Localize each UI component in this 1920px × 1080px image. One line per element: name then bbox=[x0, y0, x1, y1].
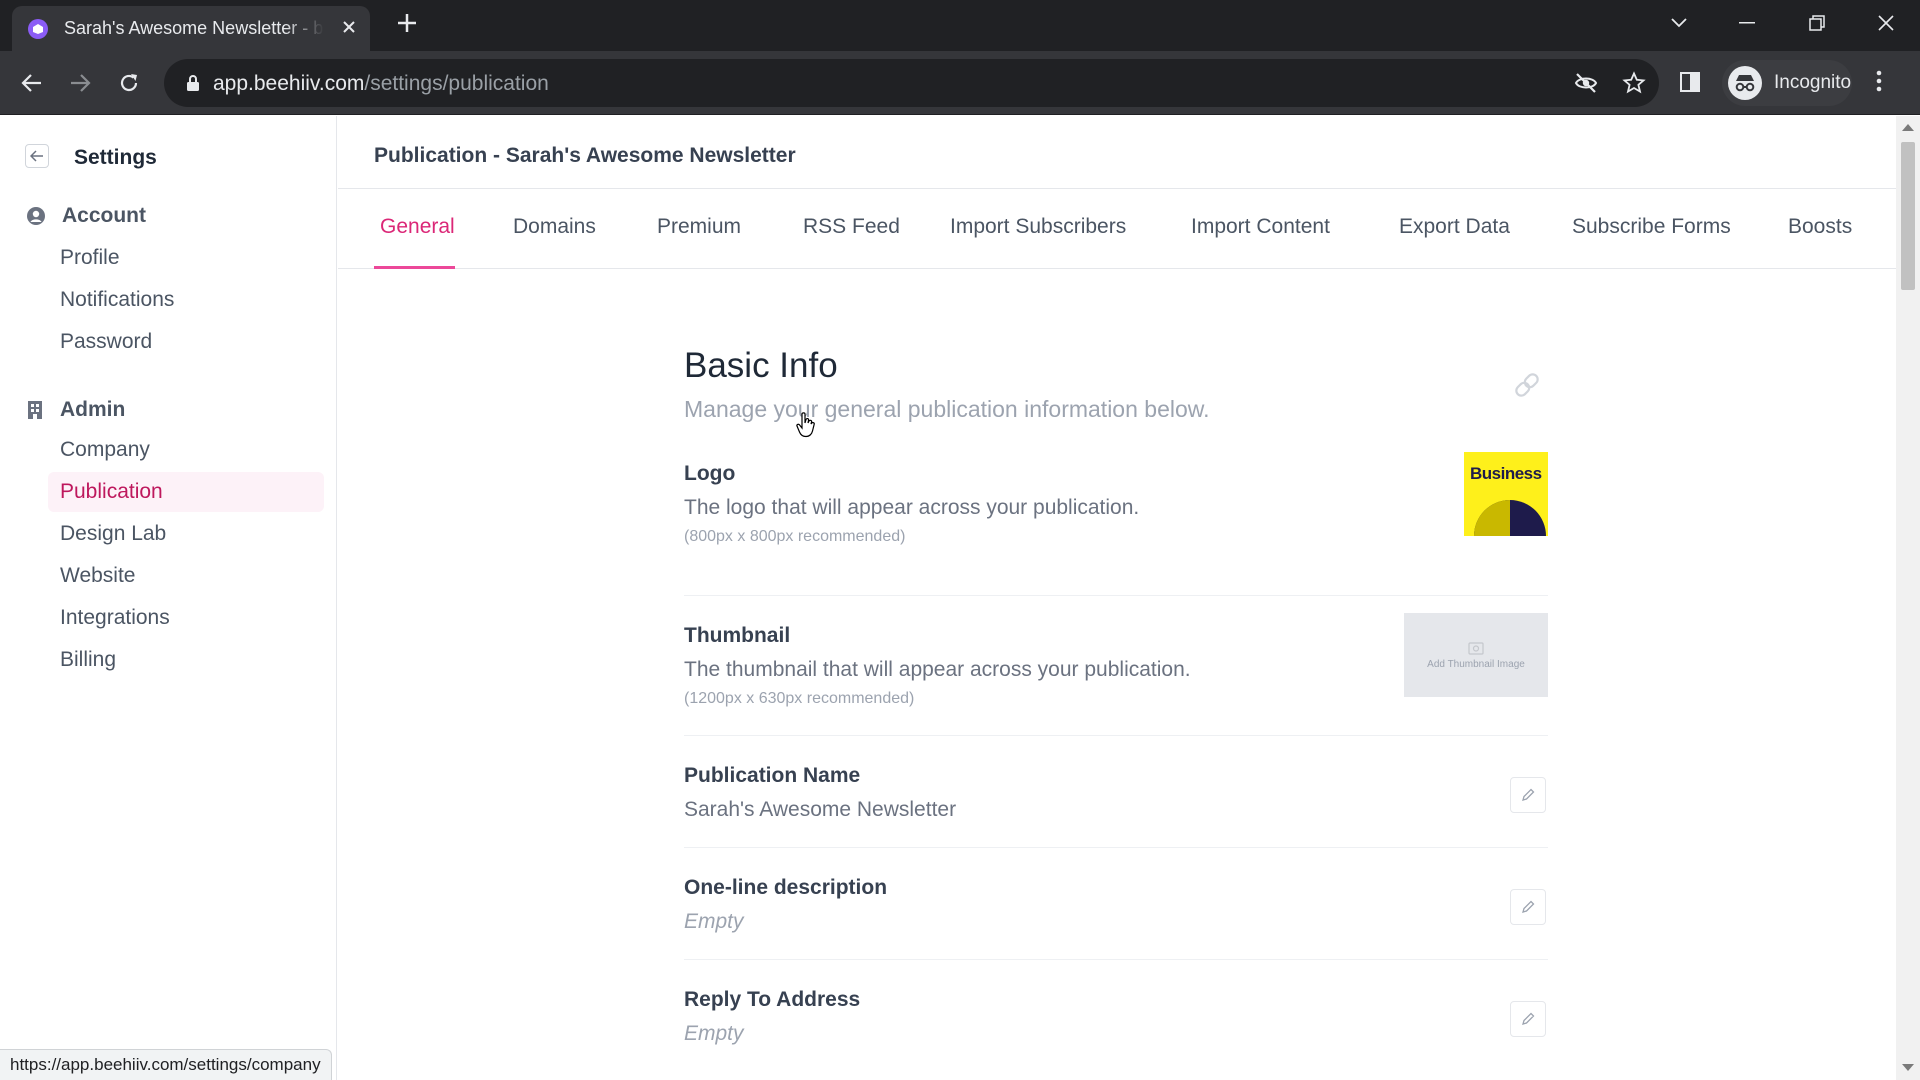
tab-import-content[interactable]: Import Content bbox=[1191, 215, 1330, 239]
publication-name-row: Publication Name Sarah's Awesome Newslet… bbox=[684, 737, 1548, 848]
tab-search-icon[interactable] bbox=[1659, 6, 1699, 40]
back-arrow-button[interactable] bbox=[25, 144, 49, 168]
new-tab-button[interactable] bbox=[392, 10, 422, 40]
tab-rss-feed[interactable]: RSS Feed bbox=[803, 215, 900, 239]
scroll-up-arrow-icon[interactable] bbox=[1902, 124, 1914, 131]
sidebar-item-publication[interactable]: Publication bbox=[48, 472, 324, 512]
incognito-profile-button[interactable]: Incognito bbox=[1722, 60, 1852, 106]
scrollbar-thumb[interactable] bbox=[1901, 142, 1915, 290]
eye-off-icon[interactable] bbox=[1574, 71, 1598, 95]
tab-import-subscribers[interactable]: Import Subscribers bbox=[950, 215, 1126, 239]
sidebar-item-password[interactable]: Password bbox=[48, 322, 324, 362]
settings-tabs: General Domains Premium RSS Feed Import … bbox=[338, 188, 1896, 269]
hand-cursor-icon bbox=[796, 412, 815, 438]
side-panel-icon[interactable] bbox=[1679, 71, 1703, 95]
tab-general[interactable]: General bbox=[380, 215, 455, 239]
add-thumbnail-button[interactable]: Add Thumbnail Image bbox=[1404, 613, 1548, 697]
tab-premium[interactable]: Premium bbox=[657, 215, 741, 239]
logo-row: Logo The logo that will appear across yo… bbox=[684, 452, 1548, 596]
tab-subscribe-forms[interactable]: Subscribe Forms bbox=[1572, 215, 1731, 239]
section-subtitle: Manage your general publication informat… bbox=[684, 396, 1210, 422]
reload-icon[interactable] bbox=[111, 65, 147, 101]
sidebar-item-design-lab[interactable]: Design Lab bbox=[48, 514, 324, 554]
sidebar-title: Settings bbox=[74, 146, 157, 169]
main-content: Publication - Sarah's Awesome Newsletter… bbox=[338, 116, 1896, 1080]
thumbnail-description: The thumbnail that will appear across yo… bbox=[684, 658, 1191, 681]
admin-section-label: Admin bbox=[60, 398, 126, 421]
sidebar-item-billing[interactable]: Billing bbox=[48, 640, 324, 680]
sidebar-item-website[interactable]: Website bbox=[48, 556, 324, 596]
page: Settings Account Profile Notifications P… bbox=[0, 116, 1920, 1080]
browser-toolbar: app.beehiiv.com/settings/publication Inc… bbox=[0, 51, 1920, 115]
browser-tab-title: Sarah's Awesome Newsletter - beehiiv bbox=[64, 18, 324, 38]
tab-close-icon[interactable] bbox=[342, 17, 356, 40]
sidebar-item-company[interactable]: Company bbox=[48, 430, 324, 470]
one-line-description-label: One-line description bbox=[684, 876, 888, 899]
publication-name-value: Sarah's Awesome Newsletter bbox=[684, 798, 957, 821]
add-thumbnail-label: Add Thumbnail Image bbox=[1427, 658, 1525, 670]
lock-icon bbox=[186, 74, 200, 97]
incognito-label: Incognito bbox=[1774, 72, 1852, 93]
forward-icon[interactable] bbox=[62, 65, 98, 101]
tab-boosts[interactable]: Boosts bbox=[1788, 215, 1852, 239]
browser-tab[interactable]: Sarah's Awesome Newsletter - beehiiv bbox=[12, 6, 370, 51]
beehiiv-favicon-icon bbox=[28, 18, 48, 39]
active-tab-indicator bbox=[374, 266, 455, 269]
thumbnail-label: Thumbnail bbox=[684, 624, 791, 647]
reply-to-address-row: Reply To Address Empty bbox=[684, 961, 1548, 1072]
browser-tabbar: Sarah's Awesome Newsletter - beehiiv bbox=[0, 0, 1920, 51]
tab-domains[interactable]: Domains bbox=[513, 215, 596, 239]
one-line-description-value: Empty bbox=[684, 910, 744, 933]
user-circle-icon bbox=[27, 207, 45, 225]
sidebar-item-notifications[interactable]: Notifications bbox=[48, 280, 324, 320]
sidebar-item-integrations[interactable]: Integrations bbox=[48, 598, 324, 638]
reply-to-address-value: Empty bbox=[684, 1022, 744, 1045]
scroll-down-arrow-icon[interactable] bbox=[1902, 1064, 1914, 1071]
logo-image[interactable]: Business bbox=[1464, 452, 1548, 536]
minimize-icon[interactable] bbox=[1727, 6, 1767, 40]
page-scrollbar[interactable] bbox=[1896, 116, 1920, 1080]
edit-reply-to-address-button[interactable] bbox=[1510, 1001, 1546, 1037]
thumbnail-row: Thumbnail The thumbnail that will appear… bbox=[684, 597, 1548, 736]
section-title: Basic Info bbox=[684, 346, 838, 385]
thumbnail-hint: (1200px x 630px recommended) bbox=[684, 690, 915, 707]
status-bar-url: https://app.beehiiv.com/settings/company bbox=[0, 1049, 332, 1080]
logo-graphic bbox=[1464, 487, 1548, 536]
url-text: app.beehiiv.com/settings/publication bbox=[213, 72, 549, 95]
tab-export-data[interactable]: Export Data bbox=[1399, 215, 1510, 239]
pencil-icon bbox=[1522, 1012, 1535, 1025]
sidebar-item-profile[interactable]: Profile bbox=[48, 238, 324, 278]
restore-icon[interactable] bbox=[1797, 6, 1837, 40]
page-title: Publication - Sarah's Awesome Newsletter bbox=[374, 144, 796, 167]
incognito-icon bbox=[1728, 66, 1762, 100]
browser-menu-icon[interactable] bbox=[1876, 69, 1882, 98]
pencil-icon bbox=[1522, 900, 1535, 913]
star-icon[interactable] bbox=[1622, 71, 1646, 95]
logo-label: Logo bbox=[684, 462, 736, 485]
link-icon[interactable] bbox=[1510, 368, 1544, 407]
logo-hint: (800px x 800px recommended) bbox=[684, 528, 906, 545]
building-icon bbox=[28, 401, 42, 419]
logo-description: The logo that will appear across your pu… bbox=[684, 496, 1140, 519]
one-line-description-row: One-line description Empty bbox=[684, 849, 1548, 960]
admin-section-header: Admin bbox=[26, 398, 125, 422]
edit-publication-name-button[interactable] bbox=[1510, 777, 1546, 813]
pencil-icon bbox=[1522, 788, 1535, 801]
edit-one-line-description-button[interactable] bbox=[1510, 889, 1546, 925]
reply-to-address-label: Reply To Address bbox=[684, 988, 861, 1011]
account-section-label: Account bbox=[62, 204, 146, 227]
close-window-icon[interactable] bbox=[1866, 6, 1906, 40]
publication-name-label: Publication Name bbox=[684, 764, 861, 787]
address-bar[interactable]: app.beehiiv.com/settings/publication bbox=[164, 59, 1659, 107]
image-upload-icon bbox=[1468, 641, 1484, 655]
account-section-header: Account bbox=[26, 204, 146, 228]
back-icon[interactable] bbox=[14, 65, 50, 101]
settings-sidebar: Settings Account Profile Notifications P… bbox=[0, 116, 337, 1080]
